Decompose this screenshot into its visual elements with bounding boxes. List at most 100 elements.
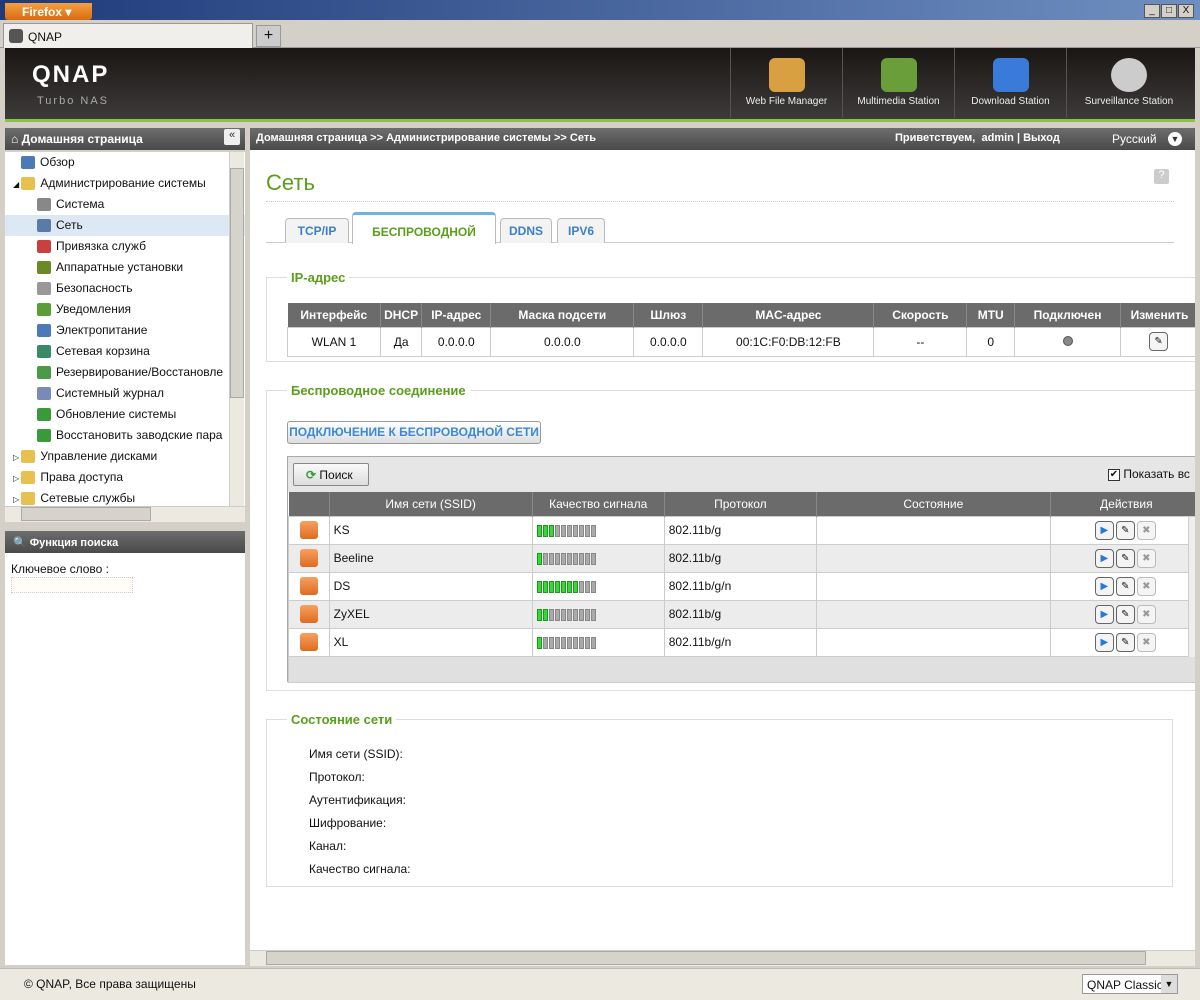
signal-cell (531, 627, 665, 657)
greeting: Приветствуем, admin | Выход (895, 132, 1060, 144)
tree-item[interactable]: Восстановить заводские пара (5, 425, 245, 446)
collapsed-arrow-icon[interactable]: ▷ (13, 453, 21, 462)
tree-item[interactable]: Электропитание (5, 320, 245, 341)
actions-cell: ▶ ✎ ✖ (1049, 599, 1195, 629)
tab-ipv6[interactable]: IPV6 (557, 218, 605, 243)
network-list-scrollbar[interactable] (1188, 517, 1195, 657)
chevron-down-icon[interactable]: ▼ (1161, 975, 1177, 993)
tree-item[interactable]: Обновление системы (5, 404, 245, 425)
edit-icon[interactable]: ✎ (1115, 632, 1135, 652)
search-networks-button[interactable]: ⟳ Поиск (293, 463, 369, 486)
signal-bar (578, 608, 584, 621)
signal-bar (578, 552, 584, 565)
connect-play-icon[interactable]: ▶ (1094, 632, 1114, 652)
tree-item[interactable]: ▷ Права доступа (5, 467, 245, 488)
ip-cell: 0 (966, 326, 1016, 357)
expanded-arrow-icon[interactable]: ◢ (13, 180, 21, 189)
connect-wireless-button[interactable]: ПОДКЛЮЧЕНИЕ К БЕСПРОВОДНОЙ СЕТИ (287, 421, 541, 444)
network-row[interactable]: XL 802.11b/g/n ▶ ✎ ✖ (288, 627, 1195, 657)
delete-icon[interactable]: ✖ (1136, 548, 1156, 568)
state-cell (816, 627, 1051, 657)
ip-cell: 00:1C:F0:DB:12:FB (702, 326, 875, 357)
signal-bar (578, 636, 584, 649)
edit-icon[interactable]: ✎ (1115, 576, 1135, 596)
checkbox-checked-icon[interactable]: ✔ (1108, 468, 1120, 481)
multimedia-station-button[interactable]: Multimedia Station (842, 48, 954, 118)
edit-icon[interactable]: ✎ (1115, 604, 1135, 624)
tree-item[interactable]: ◢ Администрирование системы (5, 173, 245, 194)
delete-icon[interactable]: ✖ (1136, 632, 1156, 652)
tree-item-label: Сетевая корзина (56, 344, 150, 358)
signal-bar (542, 580, 548, 593)
tree-item[interactable]: Сеть (5, 215, 245, 236)
keyword-input[interactable] (11, 577, 133, 593)
folder-icon (21, 450, 36, 464)
delete-icon[interactable]: ✖ (1136, 604, 1156, 624)
download-station-button[interactable]: Download Station (954, 48, 1066, 118)
collapsed-arrow-icon[interactable]: ▷ (13, 474, 21, 483)
surveillance-station-button[interactable]: Surveillance Station (1066, 48, 1191, 118)
network-row[interactable]: ZyXEL 802.11b/g ▶ ✎ ✖ (288, 599, 1195, 629)
tab-tcpip[interactable]: TCP/IP (285, 218, 349, 243)
tree-item[interactable]: Обзор (5, 152, 245, 173)
tree-item[interactable]: ▷ Управление дисками (5, 446, 245, 467)
tree-item[interactable]: Уведомления (5, 299, 245, 320)
connect-play-icon[interactable]: ▶ (1094, 576, 1114, 596)
collapsed-arrow-icon[interactable]: ▷ (13, 495, 21, 504)
network-row[interactable]: DS 802.11b/g/n ▶ ✎ ✖ (288, 571, 1195, 601)
language-selector[interactable]: Русский (1112, 132, 1157, 146)
tree-item[interactable]: Аппаратные установки (5, 257, 245, 278)
maximize-button[interactable]: □ (1161, 4, 1177, 18)
theme-select[interactable]: QNAP Classic ▼ (1082, 974, 1178, 994)
delete-icon[interactable]: ✖ (1136, 576, 1156, 596)
actions-cell: ▶ ✎ ✖ (1049, 543, 1195, 573)
content-horizontal-scrollbar[interactable] (250, 950, 1195, 966)
tree-item-label: Привязка служб (56, 239, 146, 253)
edit-icon[interactable]: ✎ (1115, 548, 1135, 568)
firefox-menu-button[interactable]: Firefox ▾ (5, 3, 92, 20)
tree-item[interactable]: Система (5, 194, 245, 215)
signal-bar (542, 636, 548, 649)
show-all-checkbox[interactable]: ✔ Показать вс (1108, 467, 1190, 481)
tree-item-label: Резервирование/Восстановле (56, 365, 224, 379)
close-button[interactable]: X (1178, 4, 1194, 18)
new-tab-button[interactable]: + (256, 25, 281, 47)
signal-bar (590, 580, 596, 593)
tab-wireless[interactable]: БЕСПРОВОДНОЙ (352, 212, 496, 244)
signal-bar (536, 524, 542, 537)
edit-icon[interactable]: ✎ (1115, 520, 1135, 540)
web-file-manager-button[interactable]: Web File Manager (730, 48, 842, 118)
signal-bar (542, 524, 548, 537)
language-dropdown-icon[interactable]: ▼ (1168, 132, 1182, 146)
tree-item[interactable]: Безопасность (5, 278, 245, 299)
tree-horizontal-scrollbar[interactable] (5, 506, 245, 522)
delete-icon[interactable]: ✖ (1136, 520, 1156, 540)
edit-icon[interactable]: ✎ (1149, 332, 1169, 351)
item-icon (37, 282, 51, 296)
tree-item[interactable]: Системный журнал (5, 383, 245, 404)
item-icon (37, 345, 51, 359)
signal-bar (536, 636, 542, 649)
browser-tab-qnap[interactable]: QNAP (3, 23, 253, 48)
lock-icon (299, 633, 318, 651)
logout-link[interactable]: Выход (1023, 132, 1060, 144)
connect-play-icon[interactable]: ▶ (1094, 604, 1114, 624)
multimedia-station-icon (880, 58, 917, 92)
tree-item[interactable]: Резервирование/Восстановле (5, 362, 245, 383)
tree-item[interactable]: Привязка служб (5, 236, 245, 257)
tree-item[interactable]: Сетевая корзина (5, 341, 245, 362)
connect-play-icon[interactable]: ▶ (1094, 548, 1114, 568)
state-cell (816, 515, 1051, 545)
app-label: Multimedia Station (857, 96, 940, 107)
tab-ddns[interactable]: DDNS (500, 218, 552, 243)
minimize-button[interactable]: _ (1144, 4, 1160, 18)
collapse-sidebar-button[interactable]: « (224, 129, 240, 145)
ssid-cell: Beeline (328, 543, 533, 573)
network-row[interactable]: KS 802.11b/g ▶ ✎ ✖ (288, 515, 1195, 545)
network-row[interactable]: Beeline 802.11b/g ▶ ✎ ✖ (288, 543, 1195, 573)
help-icon[interactable]: ? (1154, 169, 1169, 184)
connect-play-icon[interactable]: ▶ (1094, 520, 1114, 540)
ip-column-header: MTU (966, 303, 1016, 327)
tree-vertical-scrollbar[interactable] (229, 152, 244, 506)
item-icon (37, 429, 51, 443)
